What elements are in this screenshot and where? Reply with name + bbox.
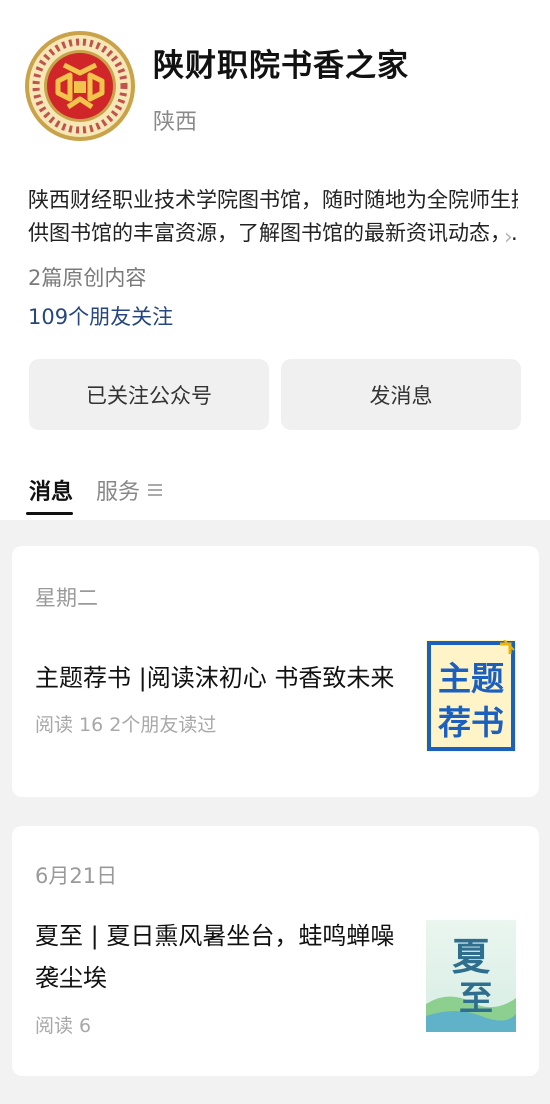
- article-date: 6月21日: [35, 864, 118, 888]
- original-content-count[interactable]: 2篇原创内容: [28, 262, 146, 292]
- send-message-button[interactable]: 发消息: [281, 359, 521, 430]
- menu-icon: [148, 484, 163, 496]
- thumbnail-text-top: 主题: [438, 659, 504, 698]
- thumbnail-text-bottom: 至: [459, 979, 493, 1019]
- account-description[interactable]: 陕西财经职业技术学院图书馆，随时随地为全院师生提 供图书馆的丰富资源，了解图书馆…: [28, 184, 518, 250]
- thumbnail-text-bottom: 荐书: [438, 703, 504, 742]
- followed-button[interactable]: 已关注公众号: [29, 359, 269, 430]
- friends-following-link[interactable]: 109个朋友关注: [28, 301, 173, 331]
- thumbnail-image: 夏 至: [426, 920, 516, 1032]
- article-date: 星期二: [35, 586, 98, 610]
- active-tab-indicator: [26, 512, 73, 515]
- description-line-1: 陕西财经职业技术学院图书馆，随时随地为全院师生提: [28, 188, 518, 212]
- article-thumbnail[interactable]: 夏 至: [426, 920, 516, 1032]
- tab-messages[interactable]: 消息: [29, 474, 73, 506]
- profile-header: 陕财职院书香之家 陕西 陕西财经职业技术学院图书馆，随时随地为全院师生提 供图书…: [0, 0, 550, 520]
- article-title[interactable]: 主题荐书 |阅读沫初心 书香致未来: [35, 657, 405, 699]
- article-meta: 阅读 6: [35, 1015, 92, 1037]
- account-name: 陕财职院书香之家: [153, 48, 409, 84]
- tab-services[interactable]: 服务: [96, 474, 163, 506]
- tab-services-label: 服务: [96, 480, 141, 505]
- article-title[interactable]: 夏至 | 夏日熏风暑坐台，蛙鸣蝉噪袭尘埃: [35, 915, 405, 999]
- thumbnail-text-top: 夏: [452, 934, 491, 979]
- article-card[interactable]: 6月21日 夏至 | 夏日熏风暑坐台，蛙鸣蝉噪袭尘埃 阅读 6 夏 至: [12, 826, 539, 1076]
- chevron-right-icon[interactable]: ›: [504, 225, 513, 250]
- thumbnail-image: 主题 荐书: [426, 640, 516, 752]
- article-meta: 阅读 16 2个朋友读过: [35, 714, 217, 736]
- account-logo[interactable]: [24, 15, 136, 157]
- description-line-2: 供图书馆的丰富资源，了解图书馆的最新资讯动态，...: [28, 221, 518, 245]
- article-thumbnail[interactable]: 主题 荐书: [426, 640, 516, 752]
- account-region: 陕西: [153, 110, 198, 135]
- article-card[interactable]: 星期二 主题荐书 |阅读沫初心 书香致未来 阅读 16 2个朋友读过 主题 荐书: [12, 546, 539, 797]
